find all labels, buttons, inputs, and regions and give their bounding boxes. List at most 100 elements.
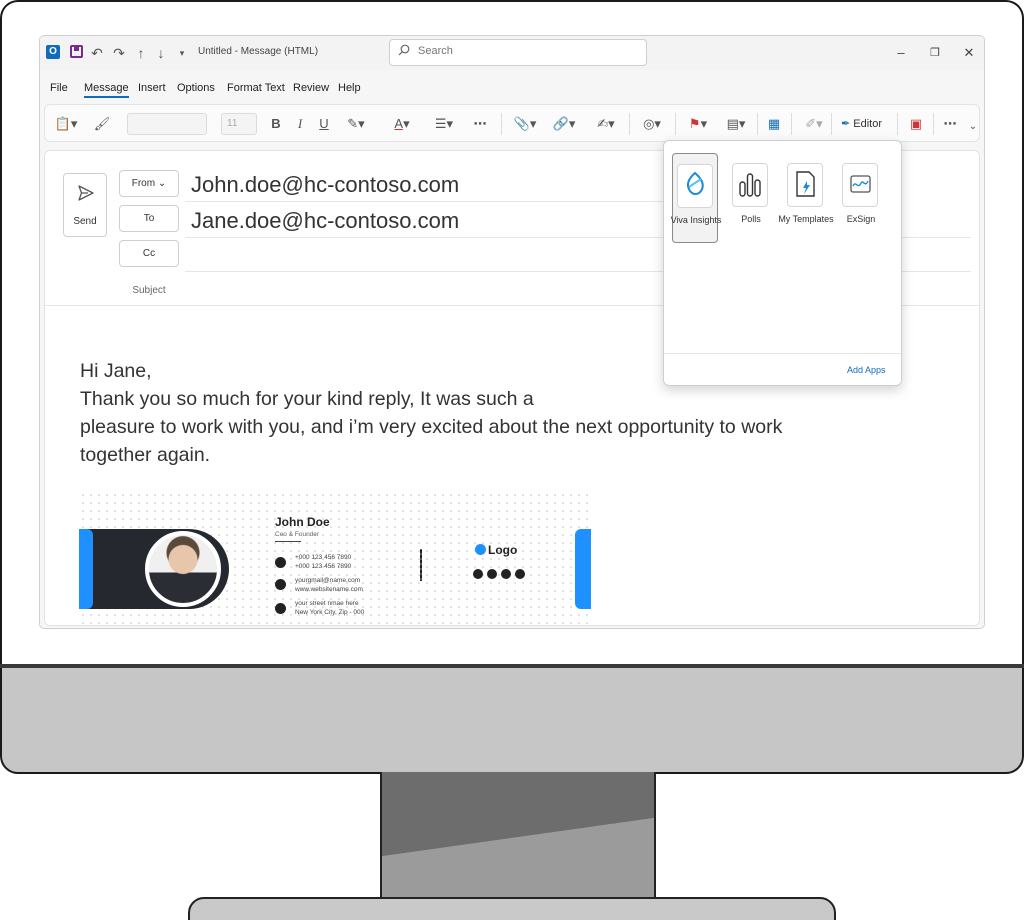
signature-contact: yourgmail@name.com www.websitename.com [295, 576, 363, 594]
signature-logo: Logo [475, 543, 517, 557]
send-button[interactable]: Send [63, 173, 107, 237]
viva-insights-icon [677, 164, 713, 208]
editor-button[interactable]: ✒ Editor [841, 114, 882, 134]
font-name-dropdown[interactable] [127, 113, 207, 135]
undo-icon[interactable]: ↶ [90, 44, 104, 62]
font-color-icon[interactable]: A▾ [389, 114, 415, 134]
underline-icon[interactable]: U [317, 114, 331, 134]
from-button[interactable]: From ⌄ [119, 170, 179, 197]
font-size-dropdown[interactable]: 11 [221, 113, 257, 135]
signature-phone: +000 123 456 7890 [295, 563, 352, 570]
cc-button[interactable]: Cc [119, 240, 179, 267]
app-label: ExSign [846, 214, 876, 224]
customize-toolbar-icon[interactable]: ▾ [176, 44, 188, 62]
expand-ribbon-icon[interactable]: ⌄ [967, 117, 979, 137]
phone-icon [275, 557, 286, 568]
bold-icon[interactable]: B [269, 114, 283, 134]
signature-blue-accent [79, 529, 93, 609]
body-line: together again. [80, 444, 211, 466]
redo-icon[interactable]: ↷ [112, 44, 126, 62]
close-button[interactable]: ✕ [958, 42, 980, 64]
search-box[interactable] [389, 39, 647, 66]
apps-icon[interactable]: ◎▾ [639, 114, 665, 134]
email-icon [275, 579, 286, 590]
more-options-icon[interactable]: ⋯ [941, 114, 959, 134]
ribbon-separator [675, 113, 676, 135]
from-label: From [131, 178, 156, 189]
sensitivity-icon[interactable]: ▤▾ [723, 114, 749, 134]
highlight-icon[interactable]: ✎▾ [343, 114, 369, 134]
menu-format-text[interactable]: Format Text [227, 82, 285, 94]
monitor-stand-neck [380, 772, 656, 902]
format-painter-icon[interactable]: 🖌 [93, 114, 111, 134]
facebook-icon[interactable] [473, 569, 483, 579]
menu-file[interactable]: File [50, 82, 68, 94]
send-label: Send [73, 216, 97, 227]
linkedin-icon[interactable] [515, 569, 525, 579]
body-line: Thank you so much for your kind reply, I… [80, 388, 534, 410]
report-icon[interactable]: ▣ [907, 114, 925, 134]
dictate-icon[interactable]: ✐▾ [801, 114, 827, 134]
signature-phones: +000 123 456 7890 +000 123 456 7890 [295, 553, 351, 571]
menu-insert[interactable]: Insert [138, 82, 166, 94]
paste-icon[interactable]: 📋▾ [53, 114, 79, 134]
monitor-stand-base [188, 897, 836, 920]
to-button[interactable]: To [119, 205, 179, 232]
ribbon-separator [501, 113, 502, 135]
from-field[interactable]: John.doe@hc-contoso.com [191, 172, 459, 198]
up-arrow-icon[interactable]: ↑ [134, 44, 148, 62]
field-divider [185, 201, 665, 202]
ribbon-separator [629, 113, 630, 135]
signature-name: John Doe [275, 515, 330, 529]
signature-dotted-divider [420, 549, 422, 581]
apps-flyout: Viva Insights Polls My Templates ExSign … [663, 140, 902, 386]
polls-icon [732, 163, 768, 207]
view-templates-icon[interactable]: ▦ [765, 114, 783, 134]
italic-icon[interactable]: I [293, 114, 307, 134]
ribbon-toolbar: 📋▾ 🖌 11 B I U ✎▾ A▾ ☰▾ ⋯ 📎▾ 🔗▾ ✍▾ ◎▾ ⚑▾ … [44, 104, 980, 142]
bullets-icon[interactable]: ☰▾ [429, 114, 459, 134]
app-label: My Templates [778, 214, 834, 224]
menu-bar: File Message Insert Options Format Text … [40, 76, 984, 100]
signature-email: yourgmail@name.com [295, 577, 361, 584]
menu-options[interactable]: Options [177, 82, 215, 94]
chevron-down-icon: ⌄ [157, 178, 167, 189]
app-my-templates[interactable]: My Templates [778, 153, 834, 243]
restore-button[interactable]: ❐ [924, 42, 946, 64]
to-field[interactable]: Jane.doe@hc-contoso.com [191, 208, 459, 234]
monitor-chin-edge [0, 664, 1024, 668]
monitor-chin [0, 664, 1024, 774]
editor-label: Editor [853, 118, 883, 130]
menu-review[interactable]: Review [293, 82, 329, 94]
menu-help[interactable]: Help [338, 82, 361, 94]
ribbon-separator [897, 113, 898, 135]
search-input[interactable] [418, 45, 638, 57]
more-formatting-icon[interactable]: ⋯ [469, 114, 491, 134]
twitter-icon[interactable] [487, 569, 497, 579]
link-icon[interactable]: 🔗▾ [551, 114, 577, 134]
app-polls[interactable]: Polls [728, 153, 774, 243]
avatar [145, 531, 221, 607]
logo-text: Logo [488, 543, 518, 557]
add-apps-link[interactable]: Add Apps [847, 365, 886, 375]
my-templates-icon [787, 163, 823, 207]
signature-phone: +000 123 456 7890 [295, 554, 352, 561]
save-icon[interactable] [70, 45, 83, 58]
ribbon-separator [757, 113, 758, 135]
down-arrow-icon[interactable]: ↓ [154, 44, 168, 62]
signature-city: New York City, Zip - 000 [295, 609, 365, 616]
menu-message[interactable]: Message [84, 82, 129, 98]
app-label: Polls [741, 214, 761, 224]
app-viva-insights[interactable]: Viva Insights [671, 153, 721, 243]
signature-divider [275, 541, 301, 542]
signature-role: Ceo & Founder [275, 531, 320, 538]
minimize-button[interactable]: – [890, 42, 912, 64]
attach-file-icon[interactable]: 📎▾ [513, 114, 537, 134]
signature-icon[interactable]: ✍▾ [593, 114, 619, 134]
instagram-icon[interactable] [501, 569, 511, 579]
window-title: Untitled - Message (HTML) [198, 46, 319, 57]
app-exsign[interactable]: ExSign [838, 153, 884, 243]
ribbon-separator [831, 113, 832, 135]
signature-street: your street nmae here [295, 600, 359, 607]
flag-icon[interactable]: ⚑▾ [685, 114, 711, 134]
